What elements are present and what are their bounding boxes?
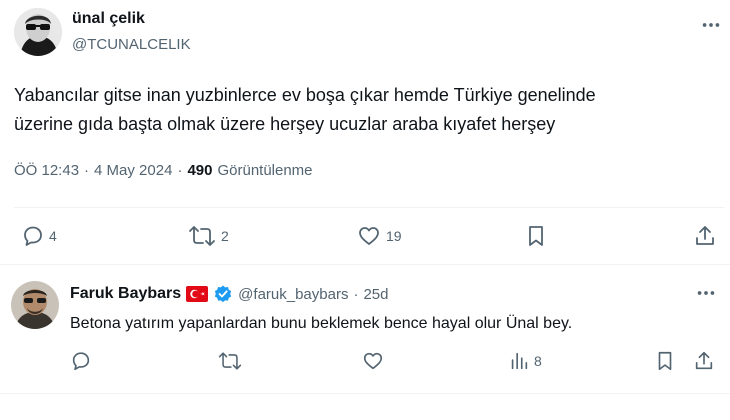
reply-time[interactable]: 25d xyxy=(363,286,388,303)
reply-icon xyxy=(72,352,90,371)
reply-bookmark-button[interactable] xyxy=(654,350,676,372)
like-count: 19 xyxy=(386,228,402,244)
views-count: 490 xyxy=(187,162,213,179)
divider xyxy=(0,393,730,394)
like-button[interactable]: 19 xyxy=(356,224,402,248)
divider xyxy=(0,264,730,265)
reply-share-button[interactable] xyxy=(693,350,715,372)
retweet-count: 2 xyxy=(221,228,229,244)
more-horizontal-icon xyxy=(697,291,715,295)
reply-author-name[interactable]: Faruk Baybars xyxy=(70,285,181,303)
views-label: Görüntülenme xyxy=(217,162,313,179)
heart-icon xyxy=(359,227,379,245)
reply-views-button[interactable]: 8 xyxy=(508,350,542,372)
reply-icon xyxy=(24,226,42,246)
author-avatar[interactable] xyxy=(14,8,62,56)
share-icon xyxy=(695,351,713,370)
reply-more-options-button[interactable] xyxy=(695,282,717,304)
retweet-icon xyxy=(218,352,242,370)
reply-like-button[interactable] xyxy=(362,350,384,372)
divider xyxy=(14,207,724,208)
tweet-time[interactable]: ÖÖ 12:43 xyxy=(14,162,79,179)
author-avatar-image xyxy=(14,8,62,56)
meta-separator: · xyxy=(84,162,90,179)
reply-retweet-button[interactable] xyxy=(217,350,243,372)
more-horizontal-icon xyxy=(702,23,720,27)
tweet-text-line: üzerine gıda başta olmak üzere herşey uc… xyxy=(14,114,556,134)
retweet-icon xyxy=(189,226,215,246)
analytics-icon xyxy=(511,352,528,370)
author-name[interactable]: ünal çelik xyxy=(72,10,145,28)
tweet-text: Yabancılar gitse inan yuzbinlerce ev boş… xyxy=(14,81,724,139)
reply-button[interactable]: 4 xyxy=(21,224,57,248)
author-handle[interactable]: @TCUNALCELIK xyxy=(72,36,191,53)
retweet-button[interactable]: 2 xyxy=(187,224,229,248)
reply-reply-button[interactable] xyxy=(70,350,92,372)
share-button[interactable] xyxy=(693,224,717,248)
reply-views-count: 8 xyxy=(534,353,542,369)
reply-header: Faruk Baybars @faruk_baybars · 25d xyxy=(70,284,388,304)
bookmark-icon xyxy=(529,226,543,246)
more-options-button[interactable] xyxy=(700,14,722,36)
reply-author-avatar-image xyxy=(11,281,59,329)
bookmark-icon xyxy=(658,351,672,371)
tweet-meta: ÖÖ 12:43 · 4 May 2024 · 490 Görüntülenme xyxy=(14,162,313,179)
turkey-flag-icon xyxy=(186,286,209,302)
reply-count: 4 xyxy=(49,228,57,244)
tweet-date[interactable]: 4 May 2024 xyxy=(94,162,172,179)
meta-separator: · xyxy=(177,162,183,179)
tweet-text-line: Yabancılar gitse inan yuzbinlerce ev boş… xyxy=(14,85,596,105)
reply-author-avatar[interactable] xyxy=(11,281,59,329)
heart-icon xyxy=(363,352,383,370)
bookmark-button[interactable] xyxy=(524,224,548,248)
verified-badge-icon[interactable] xyxy=(213,284,233,304)
reply-time-separator: · xyxy=(353,285,359,303)
reply-author-handle[interactable]: @faruk_baybars xyxy=(238,286,348,303)
share-icon xyxy=(696,226,714,245)
reply-text: Betona yatırım yapanlardan bunu beklemek… xyxy=(70,315,573,332)
